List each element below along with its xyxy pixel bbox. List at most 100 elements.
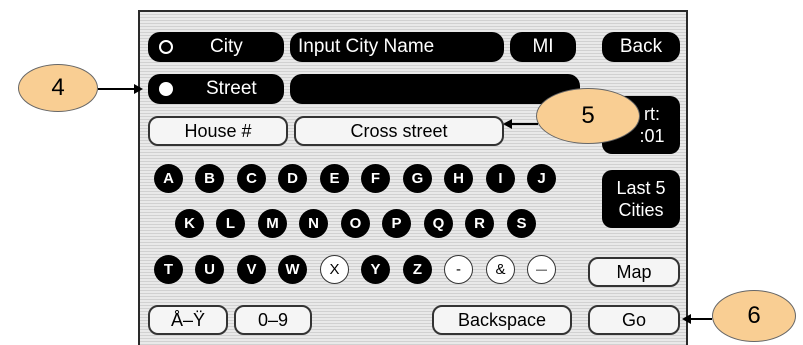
last-5-cities-button[interactable]: Last 5 Cities	[602, 170, 680, 228]
callout-5-label: 5	[581, 102, 595, 129]
city-name-input[interactable]: Input City Name	[290, 32, 504, 62]
key-e-label: E	[329, 170, 340, 187]
key-v-label: V	[246, 261, 257, 278]
key-e[interactable]: E	[320, 164, 349, 193]
map-button[interactable]: Map	[588, 257, 680, 287]
key-m-label: M	[266, 215, 279, 232]
key-c[interactable]: C	[237, 164, 266, 193]
go-button[interactable]: Go	[588, 305, 680, 335]
key-f[interactable]: F	[361, 164, 390, 193]
key-y-label: Y	[370, 261, 381, 278]
callout-5-arrow-line	[512, 123, 538, 125]
callout-6-arrow-line	[690, 318, 712, 320]
state-label: MI	[532, 36, 554, 57]
cross-street-label: Cross street	[350, 120, 448, 141]
key-r[interactable]: R	[465, 209, 494, 238]
cross-street-button[interactable]: Cross street	[294, 116, 504, 146]
state-button[interactable]: MI	[510, 32, 576, 62]
nav-keyboard-screen: City Input City Name MI Back Street rt: …	[138, 10, 688, 345]
callout-6-arrowhead-icon	[682, 314, 691, 324]
key-s[interactable]: S	[507, 209, 536, 238]
callout-4-arrowhead-icon	[134, 84, 143, 94]
key-t-label: T	[163, 261, 174, 278]
key-z-label: Z	[412, 261, 423, 278]
key-o-label: O	[349, 215, 362, 232]
go-label: Go	[621, 309, 646, 330]
key-m[interactable]: M	[258, 209, 287, 238]
key-l-label: L	[225, 215, 236, 232]
city-label: City	[210, 36, 243, 57]
key-p[interactable]: P	[382, 209, 411, 238]
key-p-label: P	[391, 215, 402, 232]
radio-selected-icon	[159, 82, 173, 96]
street-name-input[interactable]	[290, 74, 580, 104]
key-w[interactable]: W	[278, 255, 307, 284]
key-space-label: —	[536, 263, 547, 276]
key-r-label: R	[474, 215, 485, 232]
callout-4: 4	[18, 64, 98, 112]
key-l[interactable]: L	[216, 209, 245, 238]
street-radio-button[interactable]: Street	[148, 74, 284, 104]
radio-unselected-icon	[159, 40, 173, 54]
back-button[interactable]: Back	[602, 32, 680, 62]
backspace-button[interactable]: Backspace	[432, 305, 572, 335]
key-t[interactable]: T	[154, 255, 183, 284]
key-hyphen-label: -	[456, 261, 461, 278]
key-i[interactable]: I	[486, 164, 515, 193]
callout-6-label: 6	[747, 302, 761, 329]
city-input-text: Input City Name	[298, 36, 435, 57]
last-5-line2: Cities	[618, 200, 664, 220]
callout-4-arrow-line	[98, 88, 136, 90]
backspace-label: Backspace	[457, 309, 547, 330]
accented-characters-button[interactable]: Å–Ÿ	[148, 305, 228, 335]
key-s-label: S	[516, 215, 527, 232]
key-ampersand-label: &	[495, 261, 506, 278]
key-h-label: H	[453, 170, 464, 187]
callout-6: 6	[712, 290, 796, 342]
key-h[interactable]: H	[444, 164, 473, 193]
callout-5: 5	[536, 88, 640, 144]
key-w-label: W	[285, 261, 300, 278]
key-g[interactable]: G	[403, 164, 432, 193]
key-c-label: C	[246, 170, 257, 187]
key-v[interactable]: V	[237, 255, 266, 284]
key-f-label: F	[370, 170, 381, 187]
map-label: Map	[616, 261, 652, 282]
key-space[interactable]: —	[527, 255, 556, 284]
callout-5-arrowhead-icon	[503, 119, 512, 129]
callout-4-label: 4	[51, 74, 65, 101]
key-b[interactable]: B	[195, 164, 224, 193]
key-n-label: N	[308, 215, 319, 232]
key-a-label: A	[163, 170, 174, 187]
last-5-line1: Last 5	[616, 178, 666, 198]
key-i-label: I	[498, 170, 503, 187]
key-x-label: X	[329, 261, 340, 278]
key-hyphen[interactable]: -	[444, 255, 473, 284]
numbers-button[interactable]: 0–9	[234, 305, 312, 335]
house-number-button[interactable]: House #	[148, 116, 288, 146]
key-k-label: K	[184, 215, 195, 232]
key-d[interactable]: D	[278, 164, 307, 193]
key-j[interactable]: J	[527, 164, 556, 193]
key-q[interactable]: Q	[424, 209, 453, 238]
key-j-label: J	[537, 170, 546, 187]
back-label: Back	[619, 36, 663, 57]
key-x-disabled[interactable]: X	[320, 255, 349, 284]
key-u-label: U	[204, 261, 215, 278]
numbers-label: 0–9	[257, 309, 289, 330]
key-u[interactable]: U	[195, 255, 224, 284]
house-number-label: House #	[184, 120, 252, 141]
street-label: Street	[206, 78, 257, 99]
city-radio-button[interactable]: City	[148, 32, 284, 62]
key-y[interactable]: Y	[361, 255, 390, 284]
key-n[interactable]: N	[299, 209, 328, 238]
key-ampersand[interactable]: &	[486, 255, 515, 284]
accented-characters-label: Å–Ÿ	[170, 309, 206, 330]
key-g-label: G	[411, 170, 424, 187]
key-k[interactable]: K	[175, 209, 204, 238]
key-d-label: D	[287, 170, 298, 187]
key-a[interactable]: A	[154, 164, 183, 193]
key-o[interactable]: O	[341, 209, 370, 238]
key-z[interactable]: Z	[403, 255, 432, 284]
key-b-label: B	[204, 170, 215, 187]
